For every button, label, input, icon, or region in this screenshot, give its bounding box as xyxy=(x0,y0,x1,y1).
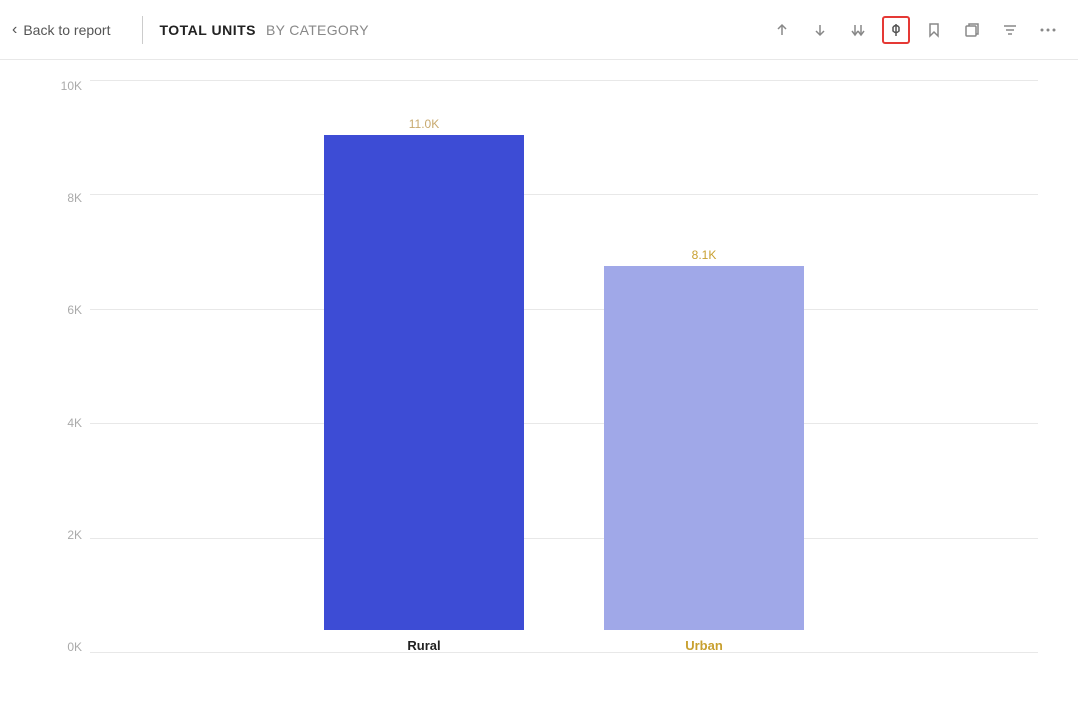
y-axis: 0K 2K 4K 6K 8K 10K xyxy=(50,80,90,653)
rural-bar-label: Rural xyxy=(407,638,440,653)
bar-group-rural: 11.0K Rural xyxy=(324,117,524,653)
page-subtitle: BY CATEGORY xyxy=(266,22,369,38)
urban-bar-value: 8.1K xyxy=(692,248,717,262)
sort-desc-double-icon[interactable] xyxy=(844,16,872,44)
header-left: ‹ Back to report TOTAL UNITS BY CATEGORY xyxy=(12,16,369,44)
urban-bar-label: Urban xyxy=(685,638,723,653)
sort-asc-icon[interactable] xyxy=(768,16,796,44)
page-title: TOTAL UNITS xyxy=(159,22,256,38)
y-label-10k: 10K xyxy=(50,80,82,92)
chart-inner: 11.0K Rural 8.1K Urban xyxy=(90,80,1038,653)
rural-bar-value: 11.0K xyxy=(409,117,439,131)
toolbar-icons xyxy=(768,16,1062,44)
y-label-8k: 8K xyxy=(50,192,82,204)
header-divider xyxy=(142,16,143,44)
title-section: TOTAL UNITS BY CATEGORY xyxy=(159,22,368,38)
back-to-report-button[interactable]: ‹ Back to report xyxy=(12,21,126,39)
pin-icon[interactable] xyxy=(882,16,910,44)
rural-bar[interactable] xyxy=(324,135,524,630)
more-options-icon[interactable] xyxy=(1034,16,1062,44)
y-label-6k: 6K xyxy=(50,304,82,316)
y-label-4k: 4K xyxy=(50,417,82,429)
sort-desc-icon[interactable] xyxy=(806,16,834,44)
bookmark-icon[interactable] xyxy=(920,16,948,44)
bar-group-urban: 8.1K Urban xyxy=(604,248,804,653)
chart-area: 0K 2K 4K 6K 8K 10K 11.0K Rural 8.1K xyxy=(0,60,1078,713)
bars-container: 11.0K Rural 8.1K Urban xyxy=(90,80,1038,653)
duplicate-icon[interactable] xyxy=(958,16,986,44)
urban-bar[interactable] xyxy=(604,266,804,630)
filter-icon[interactable] xyxy=(996,16,1024,44)
back-label: Back to report xyxy=(23,22,110,38)
y-label-2k: 2K xyxy=(50,529,82,541)
chevron-left-icon: ‹ xyxy=(12,21,17,39)
header: ‹ Back to report TOTAL UNITS BY CATEGORY xyxy=(0,0,1078,60)
y-label-0k: 0K xyxy=(50,641,82,653)
